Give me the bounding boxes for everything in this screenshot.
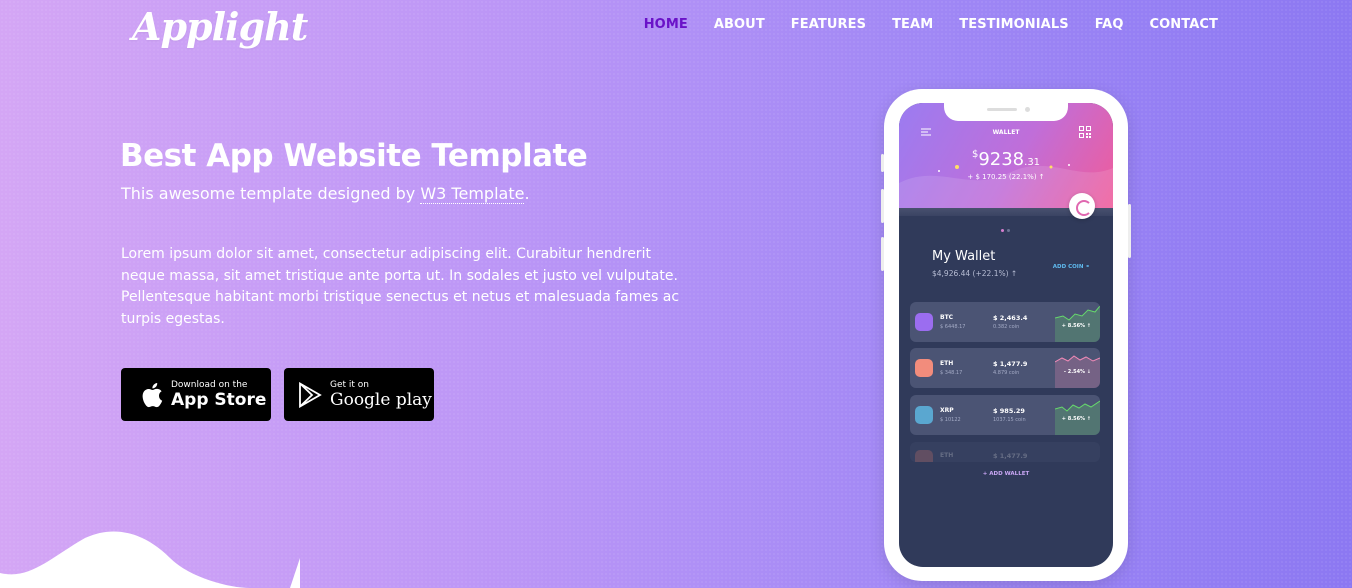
google-play-label: Google play [330,389,432,410]
coin-row-xrp[interactable]: XRP $ 10122 $ 985.29 1037.15 coin + 8.56… [910,395,1100,435]
my-wallet-title: My Wallet [932,249,996,264]
balance-change: + $ 170.25 (22.1%) ↑ [967,173,1045,181]
hero-subtitle: This awesome template designed by W3 Tem… [121,184,530,204]
ethereum-icon [915,450,933,462]
phone-screen: WALLET $9238.31 + $ 170.25 (22.1%) ↑ My … [899,103,1113,567]
camera [1025,107,1030,112]
app-store-label: App Store [171,389,267,410]
balance-main: 9238 [978,149,1025,170]
nav-contact[interactable]: CONTACT [1150,17,1219,32]
coin-row-faded: ETH $ 1,477.9 [910,442,1100,462]
coin-change: + 8.56% ↑ [1061,416,1091,422]
coin-amount: 0.382 coin [993,324,1020,330]
nav-team[interactable]: TEAM [892,17,933,32]
coin-price: $ 1,477.9 [993,452,1028,460]
balance-cents: .31 [1024,157,1041,168]
my-wallet-sub: $4,926.44 (+22.1%) ↑ [932,269,1018,278]
coin-row-eth[interactable]: ETH $ 348.17 $ 1,477.9 4.879 coin - 2.54… [910,348,1100,388]
dot [1001,229,1004,232]
nav-faq[interactable]: FAQ [1095,17,1124,32]
main-nav: HOME ABOUT FEATURES TEAM TESTIMONIALS FA… [644,17,1218,32]
dot [1007,229,1010,232]
nav-home[interactable]: HOME [644,17,688,32]
sparkline [1055,355,1100,388]
google-play-small-label: Get it on [330,379,370,390]
coin-usd: $ 6448.17 [940,324,966,330]
phone-notch [944,103,1068,121]
add-coin-label: ADD COIN [1052,264,1084,270]
nav-about[interactable]: ABOUT [714,17,765,32]
ripple-icon [915,406,933,424]
hero-subtitle-end: . [524,184,530,203]
coin-price: $ 1,477.9 [993,360,1028,368]
phone-button [881,154,884,172]
coin-usd: $ 10122 [940,417,961,423]
coin-price: $ 2,463.4 [993,314,1028,322]
coin-price: $ 985.29 [993,407,1025,415]
phone-button [1128,204,1131,258]
coin-amount: 1037.15 coin [993,417,1026,423]
w3-template-link[interactable]: W3 Template [420,184,525,204]
coin-symbol: ETH [940,452,954,459]
apple-icon [142,382,163,407]
coin-amount: 4.879 coin [993,370,1020,376]
qr-code-icon [1079,126,1091,138]
coin-usd: $ 348.17 [940,370,963,376]
phone-button [881,237,884,271]
ethereum-icon [915,359,933,377]
refresh-button[interactable] [1069,193,1095,219]
coin-symbol: BTC [940,314,954,321]
page-dots [1001,229,1010,232]
phone-button [881,189,884,223]
coin-symbol: ETH [940,360,954,367]
hero-description: Lorem ipsum dolor sit amet, consectetur … [121,246,680,327]
coin-change: + 8.56% ↑ [1061,323,1091,329]
wallet-balance: $9238.31 [899,149,1113,170]
decorative-wave [0,531,300,588]
app-store-button[interactable]: Download on the App Store [121,368,271,421]
hero-title: Best App Website Template [120,138,588,174]
coin-row-btc[interactable]: BTC $ 6448.17 $ 2,463.4 0.382 coin + 8.5… [910,302,1100,342]
speaker [987,108,1017,111]
nav-features[interactable]: FEATURES [791,17,866,32]
hero-subtitle-text: This awesome template designed by [121,184,421,203]
phone-mockup: WALLET $9238.31 + $ 170.25 (22.1%) ↑ My … [881,89,1131,581]
play-store-icon [299,381,322,408]
bitcoin-icon [915,313,933,331]
add-wallet-button[interactable]: + ADD WALLET [899,471,1113,477]
coin-symbol: XRP [940,407,954,414]
coin-change: - 2.54% ↓ [1063,369,1091,375]
nav-testimonials[interactable]: TESTIMONIALS [959,17,1068,32]
brand-logo[interactable]: Applight [132,4,308,49]
sparkline [1055,305,1100,342]
sparkline [1055,400,1100,435]
app-store-small-label: Download on the [171,379,248,390]
google-play-button[interactable]: Get it on Google play [284,368,434,421]
add-coin-button[interactable]: ADD COIN ⚭ [1053,264,1090,270]
